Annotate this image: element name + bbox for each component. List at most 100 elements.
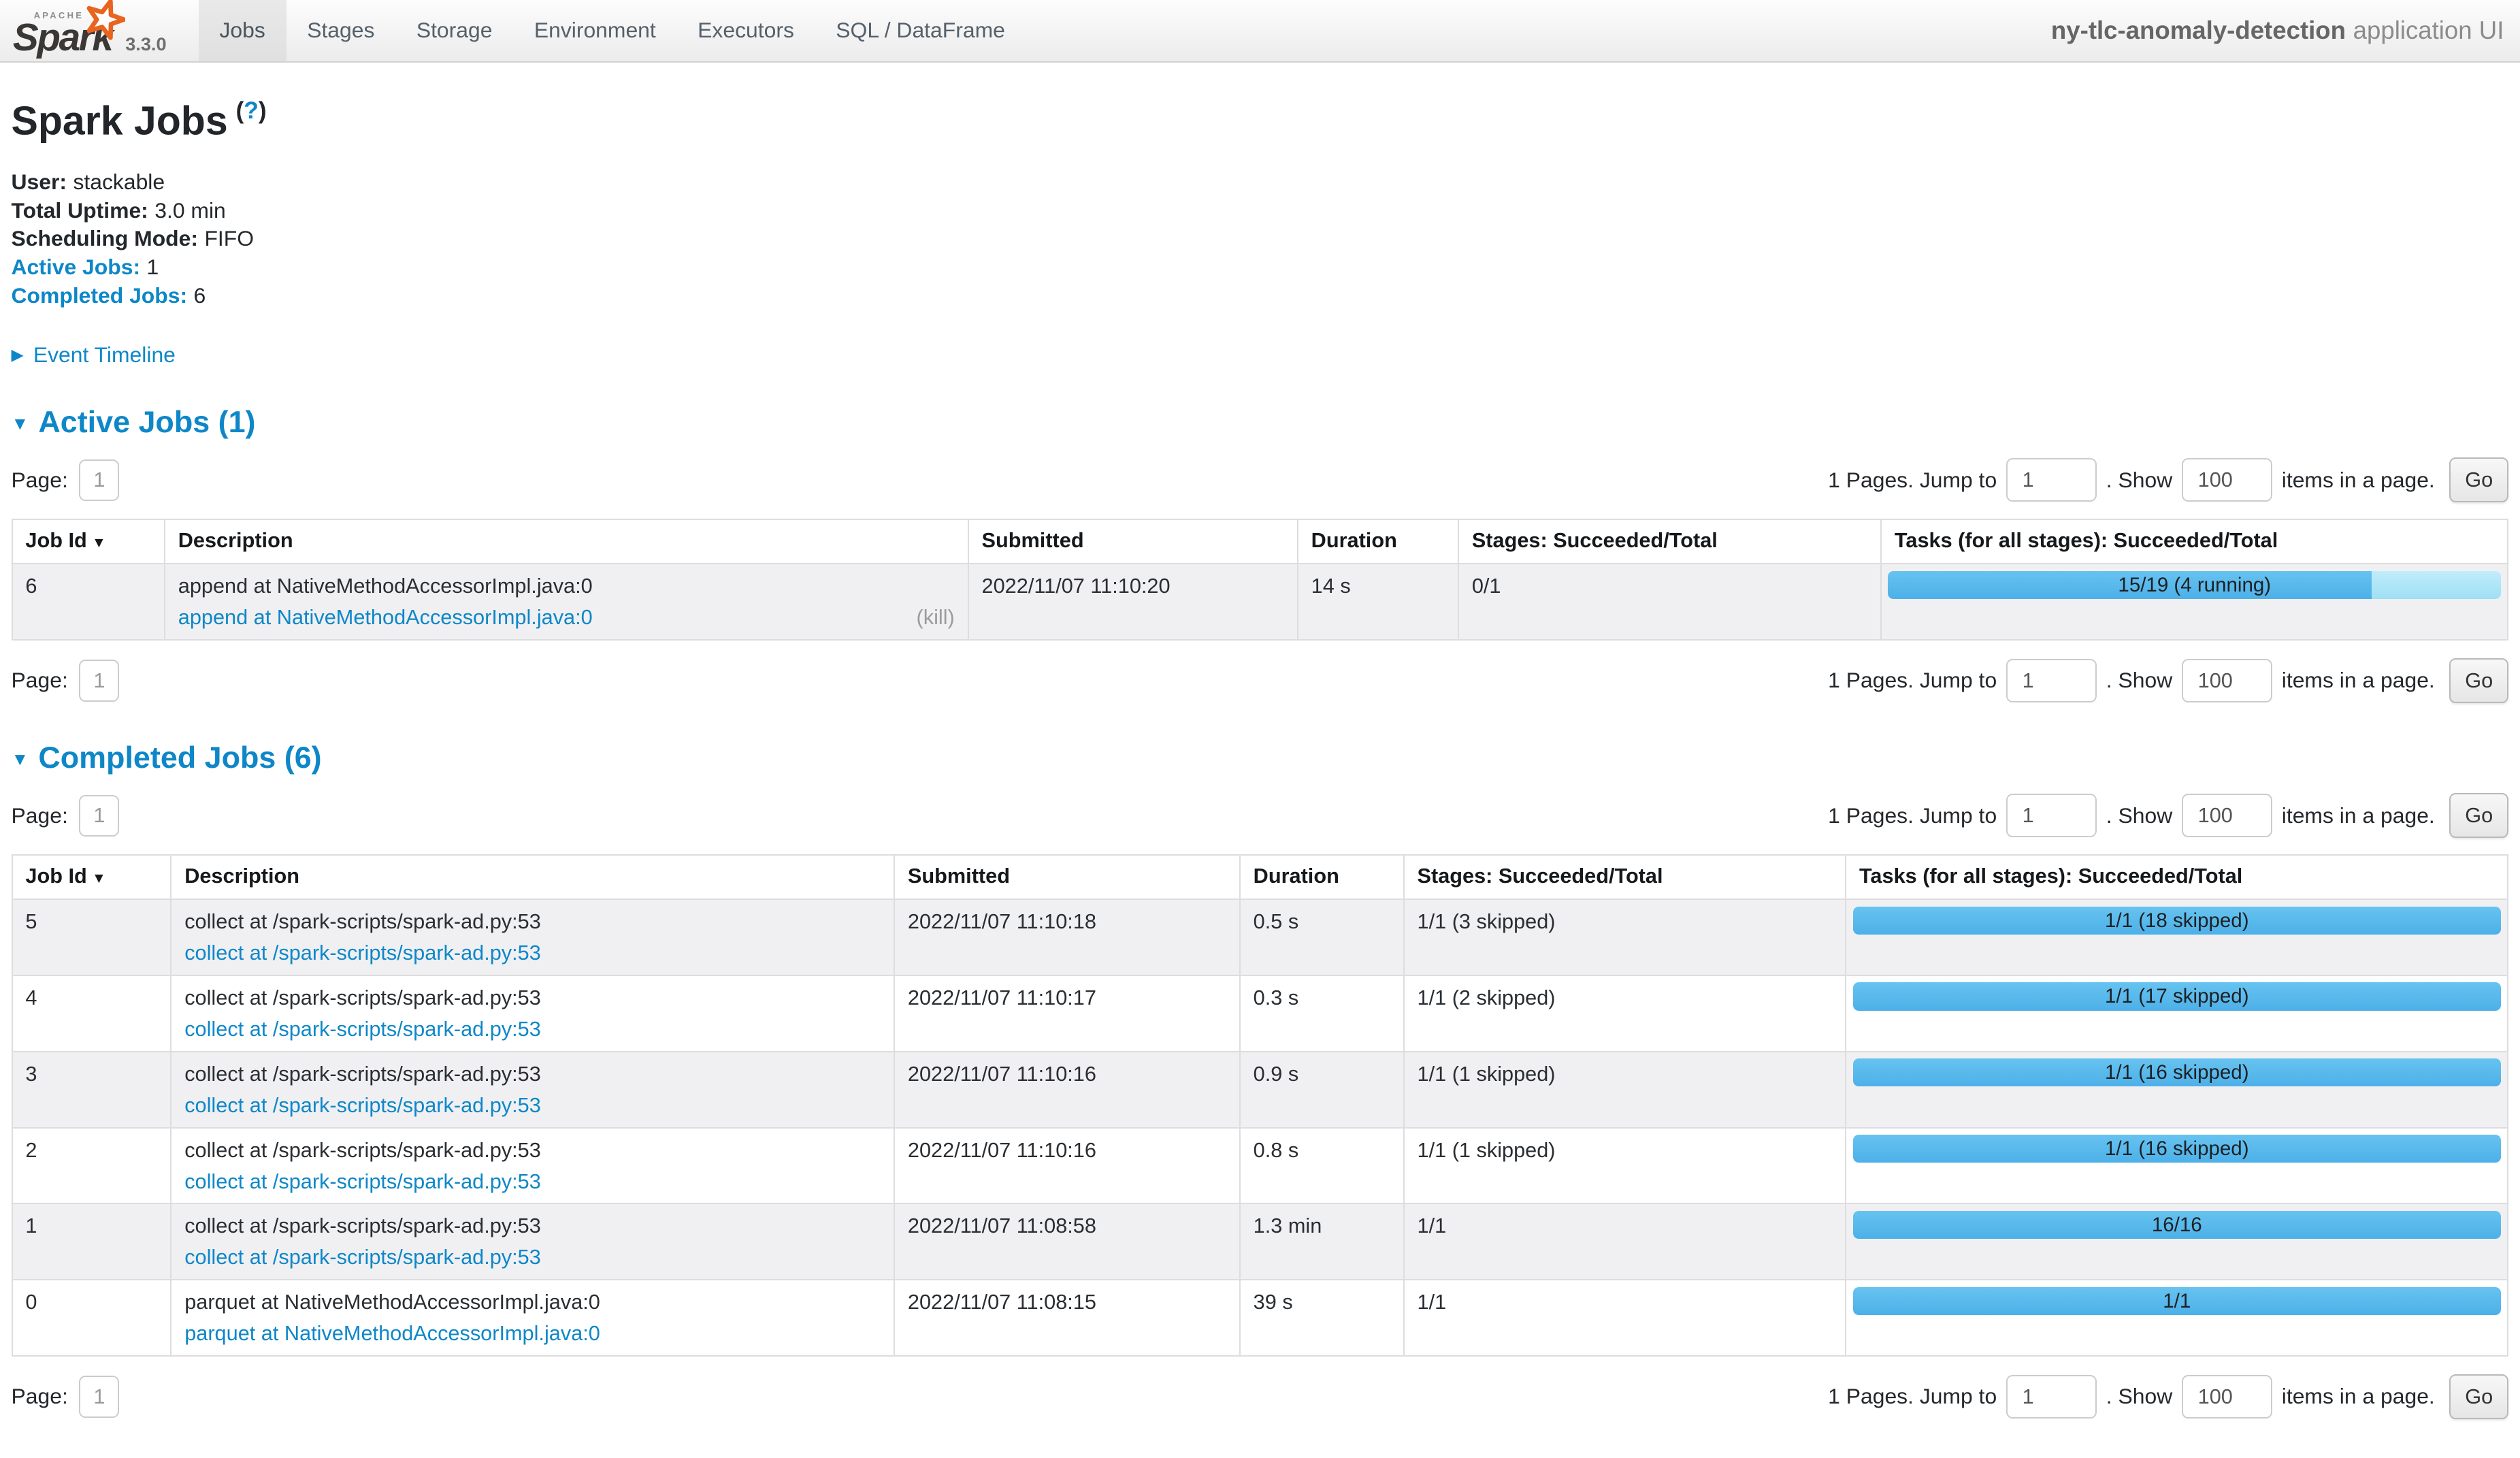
jump-to-input[interactable] — [2006, 458, 2096, 502]
job-description: collect at /spark-scripts/spark-ad.py:53 — [184, 985, 881, 1011]
info-active-jobs: Active Jobs:1 — [12, 253, 2509, 282]
job-description: append at NativeMethodAccessorImpl.java:… — [178, 573, 955, 599]
nav-tabs: Jobs Stages Storage Environment Executor… — [199, 0, 1026, 61]
show-items-input[interactable] — [2182, 794, 2272, 837]
job-id-cell: 3 — [12, 1052, 171, 1128]
column-header-duration[interactable]: Duration — [1298, 519, 1458, 564]
job-row: 1collect at /spark-scripts/spark-ad.py:5… — [12, 1203, 2508, 1280]
job-duration-cell: 0.3 s — [1240, 975, 1404, 1052]
job-description-link[interactable]: collect at /spark-scripts/spark-ad.py:53 — [184, 1169, 541, 1195]
task-progress-bar: 16/16 — [1853, 1211, 2502, 1239]
sort-desc-icon: ▼ — [92, 534, 106, 551]
jump-to-input[interactable] — [2006, 794, 2096, 837]
column-header-stages-succeeded-total[interactable]: Stages: Succeeded/Total — [1458, 519, 1881, 564]
column-header-stages-succeeded-total[interactable]: Stages: Succeeded/Total — [1404, 855, 1846, 899]
spark-logo-mark: APACHE Spark — [13, 3, 112, 56]
pages-text: 1 Pages. Jump to — [1828, 1384, 1997, 1409]
pages-text: 1 Pages. Jump to — [1828, 803, 1997, 828]
column-header-job-id[interactable]: Job Id▼ — [12, 855, 171, 899]
completed-jobs-link[interactable]: Completed Jobs: — [12, 283, 188, 308]
job-row: 5collect at /spark-scripts/spark-ad.py:5… — [12, 899, 2508, 975]
task-progress-bar: 1/1 (18 skipped) — [1853, 907, 2502, 935]
page-label: Page: — [12, 803, 68, 828]
job-row: 2collect at /spark-scripts/spark-ad.py:5… — [12, 1128, 2508, 1204]
tab-executors[interactable]: Executors — [676, 0, 815, 61]
job-description-cell: collect at /spark-scripts/spark-ad.py:53… — [171, 1052, 894, 1128]
kill-link[interactable]: (kill) — [917, 604, 955, 630]
show-items-input[interactable] — [2182, 659, 2272, 702]
active-table-header-row: Job Id▼DescriptionSubmittedDurationStage… — [12, 519, 2508, 564]
active-jobs-table: Job Id▼DescriptionSubmittedDurationStage… — [12, 519, 2509, 641]
go-button[interactable]: Go — [2449, 457, 2508, 502]
column-header-description[interactable]: Description — [171, 855, 894, 899]
active-jobs-link[interactable]: Active Jobs: — [12, 255, 141, 279]
items-text: items in a page. — [2282, 468, 2435, 493]
help-link[interactable]: (?) — [235, 97, 266, 124]
job-description-link[interactable]: collect at /spark-scripts/spark-ad.py:53 — [184, 940, 541, 966]
tab-stages[interactable]: Stages — [287, 0, 396, 61]
app-name: ny-tlc-anomaly-detection — [2051, 16, 2346, 45]
job-row: 0parquet at NativeMethodAccessorImpl.jav… — [12, 1280, 2508, 1356]
show-text: . Show — [2106, 1384, 2172, 1409]
column-header-job-id[interactable]: Job Id▼ — [12, 519, 165, 564]
job-duration-cell: 0.8 s — [1240, 1128, 1404, 1204]
job-description-link[interactable]: collect at /spark-scripts/spark-ad.py:53 — [184, 1016, 541, 1042]
column-header-submitted[interactable]: Submitted — [894, 855, 1240, 899]
job-row: 4collect at /spark-scripts/spark-ad.py:5… — [12, 975, 2508, 1052]
job-submitted-cell: 2022/11/07 11:10:20 — [968, 564, 1298, 640]
column-header-tasks-for-all-stages-succeeded-total[interactable]: Tasks (for all stages): Succeeded/Total — [1881, 519, 2508, 564]
job-stages-cell: 1/1 — [1404, 1280, 1846, 1356]
go-button[interactable]: Go — [2449, 793, 2508, 838]
progress-label: 15/19 (4 running) — [1888, 571, 2501, 599]
pages-text: 1 Pages. Jump to — [1828, 668, 1997, 693]
column-header-submitted[interactable]: Submitted — [968, 519, 1298, 564]
job-duration-cell: 0.5 s — [1240, 899, 1404, 975]
main-content: Spark Jobs(?) User:stackable Total Uptim… — [0, 97, 2520, 1458]
column-header-duration[interactable]: Duration — [1240, 855, 1404, 899]
spark-logo[interactable]: APACHE Spark 3.3.0 — [0, 0, 182, 61]
job-stages-cell: 1/1 (1 skipped) — [1404, 1128, 1846, 1204]
progress-label: 1/1 (17 skipped) — [1853, 982, 2502, 1010]
page-input[interactable] — [79, 795, 119, 837]
info-scheduling-mode: Scheduling Mode:FIFO — [12, 225, 2509, 253]
job-description-link[interactable]: collect at /spark-scripts/spark-ad.py:53 — [184, 1092, 541, 1118]
job-stages-cell: 1/1 — [1404, 1203, 1846, 1280]
expanded-arrow-icon: ▼ — [12, 745, 29, 770]
completed-jobs-table: Job Id▼DescriptionSubmittedDurationStage… — [12, 854, 2509, 1357]
go-button[interactable]: Go — [2449, 658, 2508, 703]
job-description-link[interactable]: collect at /spark-scripts/spark-ad.py:53 — [184, 1244, 541, 1270]
page-input[interactable] — [79, 1376, 119, 1417]
job-description-link[interactable]: parquet at NativeMethodAccessorImpl.java… — [184, 1321, 600, 1346]
page-input[interactable] — [79, 459, 119, 501]
show-items-input[interactable] — [2182, 1375, 2272, 1419]
items-text: items in a page. — [2282, 1384, 2435, 1409]
column-header-description[interactable]: Description — [165, 519, 968, 564]
job-description-link[interactable]: append at NativeMethodAccessorImpl.java:… — [178, 604, 593, 630]
job-duration-cell: 14 s — [1298, 564, 1458, 640]
job-tasks-cell: 1/1 (16 skipped) — [1846, 1052, 2508, 1128]
tab-jobs[interactable]: Jobs — [199, 0, 287, 61]
completed-jobs-section-toggle[interactable]: ▼ Completed Jobs (6) — [12, 740, 2509, 775]
job-stages-cell: 1/1 (3 skipped) — [1404, 899, 1846, 975]
event-timeline-toggle[interactable]: ▶ Event Timeline — [12, 342, 2509, 368]
tab-storage[interactable]: Storage — [395, 0, 513, 61]
pagination-bar-completed-top: Page: 1 Pages. Jump to . Show items in a… — [12, 793, 2509, 838]
job-tasks-cell: 16/16 — [1846, 1203, 2508, 1280]
info-user: User:stackable — [12, 168, 2509, 197]
pagination-bar-active-top: Page: 1 Pages. Jump to . Show items in a… — [12, 457, 2509, 502]
tab-sql-dataframe[interactable]: SQL / DataFrame — [815, 0, 1026, 61]
active-jobs-section-toggle[interactable]: ▼ Active Jobs (1) — [12, 404, 2509, 440]
jump-to-input[interactable] — [2006, 659, 2096, 702]
page-input[interactable] — [79, 660, 119, 701]
question-mark-icon: ? — [244, 97, 259, 124]
column-header-tasks-for-all-stages-succeeded-total[interactable]: Tasks (for all stages): Succeeded/Total — [1846, 855, 2508, 899]
jump-to-input[interactable] — [2006, 1375, 2096, 1419]
tab-environment[interactable]: Environment — [513, 0, 676, 61]
task-progress-bar: 15/19 (4 running) — [1888, 571, 2501, 599]
completed-table-header-row: Job Id▼DescriptionSubmittedDurationStage… — [12, 855, 2508, 899]
go-button[interactable]: Go — [2449, 1374, 2508, 1419]
show-items-input[interactable] — [2182, 458, 2272, 502]
active-jobs-section-title: Active Jobs (1) — [38, 404, 255, 440]
info-total-uptime: Total Uptime:3.0 min — [12, 197, 2509, 225]
page-label: Page: — [12, 1384, 68, 1409]
